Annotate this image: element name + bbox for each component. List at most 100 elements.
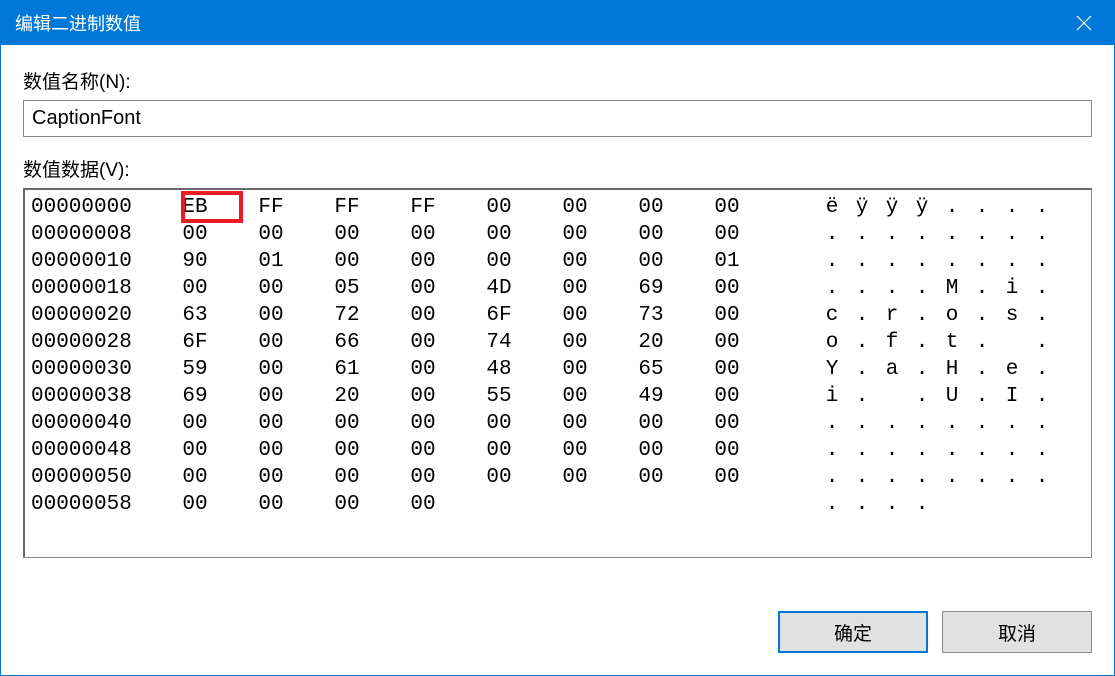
hex-byte[interactable]: 01 [233, 248, 309, 275]
hex-row[interactable]: 00000018000005004D006900....M.i. [31, 275, 1085, 302]
hex-byte[interactable]: 00 [233, 464, 309, 491]
hex-ascii-char[interactable]: . [997, 410, 1027, 437]
hex-row[interactable]: 00000000EBFFFFFF00000000ëÿÿÿ.... [31, 194, 1085, 221]
hex-byte[interactable]: 00 [233, 302, 309, 329]
hex-ascii-char[interactable]: . [877, 491, 907, 518]
ok-button[interactable]: 确定 [778, 611, 928, 653]
hex-ascii-char[interactable]: . [877, 248, 907, 275]
hex-byte[interactable]: FF [233, 194, 309, 221]
hex-ascii-char[interactable]: . [817, 464, 847, 491]
hex-byte[interactable]: 00 [689, 437, 765, 464]
hex-ascii-char[interactable]: i [817, 383, 847, 410]
hex-ascii-char[interactable]: . [817, 275, 847, 302]
hex-byte[interactable]: FF [385, 194, 461, 221]
hex-ascii-char[interactable]: . [967, 275, 997, 302]
hex-ascii-char[interactable]: . [847, 248, 877, 275]
hex-ascii-char[interactable]: . [907, 437, 937, 464]
hex-byte[interactable]: 00 [233, 383, 309, 410]
hex-ascii-char[interactable]: ë [817, 194, 847, 221]
hex-byte[interactable]: 00 [613, 464, 689, 491]
hex-ascii-char[interactable]: . [1027, 464, 1057, 491]
hex-ascii-char[interactable]: i [997, 275, 1027, 302]
hex-ascii-char[interactable]: . [967, 248, 997, 275]
hex-ascii-char[interactable]: . [1027, 275, 1057, 302]
hex-ascii-char[interactable]: . [1027, 437, 1057, 464]
hex-ascii-char[interactable]: . [817, 491, 847, 518]
hex-byte[interactable]: 00 [537, 356, 613, 383]
hex-ascii-char[interactable]: . [967, 194, 997, 221]
hex-byte[interactable]: 00 [385, 464, 461, 491]
hex-ascii-char[interactable]: . [817, 410, 847, 437]
hex-byte[interactable]: 49 [613, 383, 689, 410]
hex-ascii-char[interactable]: . [937, 464, 967, 491]
hex-byte[interactable]: 00 [689, 221, 765, 248]
hex-ascii-char[interactable] [997, 329, 1027, 356]
hex-ascii-char[interactable]: . [877, 410, 907, 437]
hex-byte[interactable]: 00 [537, 437, 613, 464]
close-button[interactable] [1054, 1, 1114, 45]
hex-byte[interactable]: 00 [309, 437, 385, 464]
hex-byte[interactable]: 00 [233, 491, 309, 518]
hex-ascii-char[interactable]: . [907, 302, 937, 329]
hex-ascii-char[interactable]: U [937, 383, 967, 410]
hex-ascii-char[interactable]: . [907, 221, 937, 248]
hex-byte[interactable]: 00 [537, 221, 613, 248]
hex-ascii-char[interactable]: . [877, 221, 907, 248]
hex-byte[interactable]: 00 [461, 194, 537, 221]
hex-byte[interactable]: 00 [157, 221, 233, 248]
hex-ascii-char[interactable]: e [997, 356, 1027, 383]
hex-ascii-char[interactable]: . [997, 194, 1027, 221]
hex-ascii-char[interactable]: . [967, 437, 997, 464]
hex-byte[interactable]: 6F [157, 329, 233, 356]
hex-ascii-char[interactable]: . [847, 302, 877, 329]
hex-ascii-char[interactable]: . [967, 329, 997, 356]
hex-ascii-char[interactable]: . [907, 383, 937, 410]
hex-ascii-char[interactable]: ÿ [847, 194, 877, 221]
hex-byte[interactable]: 00 [233, 410, 309, 437]
hex-ascii-char[interactable]: . [907, 464, 937, 491]
hex-ascii-char[interactable]: . [847, 329, 877, 356]
hex-byte[interactable]: 6F [461, 302, 537, 329]
hex-byte[interactable]: 00 [537, 275, 613, 302]
value-name-input[interactable] [23, 100, 1092, 137]
hex-ascii-char[interactable]: . [1027, 356, 1057, 383]
hex-ascii-char[interactable]: . [907, 491, 937, 518]
hex-ascii-char[interactable]: . [967, 302, 997, 329]
hex-byte[interactable]: 00 [385, 275, 461, 302]
hex-byte[interactable]: EB [157, 194, 233, 221]
hex-byte[interactable]: 00 [157, 464, 233, 491]
hex-row[interactable]: 000000286F00660074002000o.f.t. . [31, 329, 1085, 356]
hex-ascii-char[interactable]: . [937, 194, 967, 221]
hex-byte[interactable]: FF [309, 194, 385, 221]
hex-byte[interactable]: 00 [689, 356, 765, 383]
hex-byte[interactable]: 00 [157, 437, 233, 464]
hex-byte[interactable]: 00 [157, 410, 233, 437]
hex-byte[interactable]: 00 [385, 410, 461, 437]
hex-byte[interactable]: 00 [613, 248, 689, 275]
hex-byte[interactable]: 59 [157, 356, 233, 383]
hex-ascii-char[interactable]: . [937, 437, 967, 464]
hex-ascii-char[interactable]: Y [817, 356, 847, 383]
hex-byte[interactable]: 00 [309, 464, 385, 491]
hex-ascii-char[interactable]: . [877, 464, 907, 491]
hex-ascii-char[interactable]: . [907, 356, 937, 383]
hex-ascii-char[interactable]: . [847, 437, 877, 464]
hex-byte[interactable]: 00 [613, 221, 689, 248]
hex-ascii-char[interactable]: . [967, 410, 997, 437]
hex-byte[interactable]: 00 [613, 437, 689, 464]
hex-ascii-char[interactable]: . [817, 221, 847, 248]
hex-byte[interactable]: 00 [689, 194, 765, 221]
hex-byte[interactable]: 05 [309, 275, 385, 302]
hex-ascii-char[interactable]: . [907, 248, 937, 275]
hex-row[interactable]: 000000500000000000000000........ [31, 464, 1085, 491]
hex-byte[interactable]: 90 [157, 248, 233, 275]
hex-ascii-char[interactable]: . [817, 248, 847, 275]
hex-ascii-char[interactable]: a [877, 356, 907, 383]
hex-ascii-char[interactable]: ÿ [907, 194, 937, 221]
hex-row[interactable]: 0000005800000000.... [31, 491, 1085, 518]
hex-ascii-char[interactable]: H [937, 356, 967, 383]
hex-ascii-char[interactable]: c [817, 302, 847, 329]
hex-byte[interactable]: 00 [537, 302, 613, 329]
hex-byte[interactable]: 00 [385, 356, 461, 383]
hex-ascii-char[interactable]: s [997, 302, 1027, 329]
